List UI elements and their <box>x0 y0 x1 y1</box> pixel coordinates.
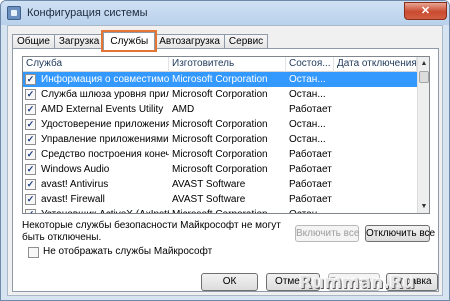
cell-state: Работает <box>289 104 332 115</box>
service-rows: Информация о совместимости ...Microsoft … <box>23 72 417 213</box>
cell-service: Удостоверение приложения <box>41 119 169 130</box>
services-list: Служба Изготовитель Состоя... Дата отклю… <box>22 56 430 214</box>
service-row[interactable]: Информация о совместимости ...Microsoft … <box>23 72 417 87</box>
scroll-up-icon[interactable]: ▲ <box>418 57 429 70</box>
cell-maker: AVAST Software <box>172 179 246 190</box>
tab-general[interactable]: Общие <box>12 34 55 49</box>
service-checkbox[interactable]: ✓ <box>25 74 36 85</box>
cell-date <box>334 72 417 87</box>
service-checkbox[interactable]: ✓ <box>25 104 36 115</box>
cell-date <box>334 162 417 177</box>
cell-service: Установщик ActiveX (AxInstSV) <box>23 207 169 213</box>
close-icon: ✕ <box>420 5 431 17</box>
service-checkbox[interactable]: ✓ <box>25 149 36 160</box>
service-checkbox[interactable]: ✓ <box>25 119 36 130</box>
cell-maker: Microsoft Corporation <box>169 207 286 213</box>
service-row[interactable]: Windows Audio Microsoft Corporation Работа… <box>23 162 417 177</box>
cell-service: AMD External Events Utility <box>41 104 164 115</box>
tab-startup[interactable]: Автозагрузка <box>154 34 225 49</box>
service-checkbox[interactable]: ✓ <box>25 134 36 145</box>
hide-ms-services-checkbox[interactable] <box>28 247 39 258</box>
cell-state: Работает <box>289 179 332 190</box>
tab-boot[interactable]: Загрузка <box>53 34 105 49</box>
cell-service: avast! Firewall <box>41 194 105 205</box>
cell-maker: Microsoft Corporation <box>172 164 268 175</box>
system-config-window: Конфигурация системы ✕ Общие Загрузка Сл… <box>0 0 450 301</box>
cell-maker: Microsoft Corporation <box>172 119 268 130</box>
cell-state: Остан... <box>289 89 326 100</box>
cell-date <box>334 192 417 207</box>
tab-strip: Общие Загрузка Службы Автозагрузка Серви… <box>12 30 269 52</box>
cell-service: Служба шлюза уровня прилож... <box>41 89 169 100</box>
cell-service: Windows Audio <box>41 164 110 175</box>
service-checkbox[interactable]: ✓ <box>25 194 36 205</box>
cell-maker: Microsoft Corporation <box>172 89 268 100</box>
cell-date <box>334 102 417 117</box>
ok-button[interactable]: ОК <box>201 273 258 291</box>
cell-service: Управление приложениями <box>41 134 169 145</box>
cell-state: Работает <box>289 149 332 160</box>
cell-service: Средство построения конечн... <box>41 149 169 160</box>
services-panel: Служба Изготовитель Состоя... Дата отклю… <box>12 48 439 292</box>
scroll-thumb[interactable] <box>419 71 429 83</box>
tab-tools[interactable]: Сервис <box>223 34 269 49</box>
service-row[interactable]: avast! Antivirus AVAST Software Работает ✓ <box>23 177 417 192</box>
vertical-scrollbar[interactable]: ▲ ▼ <box>417 57 429 213</box>
dialog-body: Общие Загрузка Службы Автозагрузка Серви… <box>7 25 443 296</box>
cell-maker: Microsoft Corporation <box>169 72 286 87</box>
cell-date <box>334 87 417 102</box>
service-row[interactable]: Установщик ActiveX (AxInstSV)Microsoft C… <box>23 207 417 213</box>
cell-date <box>334 117 417 132</box>
cell-state: Остан... <box>286 72 334 87</box>
cell-state: Остан... <box>289 134 326 145</box>
column-header-manufacturer[interactable]: Изготовитель <box>169 57 286 72</box>
cell-maker: Microsoft Corporation <box>172 149 268 160</box>
cell-maker: AMD <box>172 104 195 115</box>
service-checkbox[interactable]: ✓ <box>25 164 36 175</box>
cell-state: Работает <box>289 164 332 175</box>
cell-state: Остан... <box>286 207 334 213</box>
title-bar[interactable]: Конфигурация системы ✕ <box>1 1 449 25</box>
list-header: Служба Изготовитель Состоя... Дата отклю… <box>23 57 417 72</box>
hide-ms-services-label[interactable]: Не отображать службы Майкрософт <box>43 246 212 257</box>
cell-date <box>334 177 417 192</box>
enable-all-button[interactable]: Включить все <box>295 225 359 242</box>
service-checkbox[interactable]: ✓ <box>25 209 36 213</box>
app-icon <box>7 6 21 20</box>
service-checkbox[interactable]: ✓ <box>25 89 36 100</box>
service-row[interactable]: Служба шлюза уровня прилож...Microsoft C… <box>23 87 417 102</box>
window-title: Конфигурация системы <box>27 7 148 19</box>
column-header-date-disabled[interactable]: Дата отключения <box>334 57 417 72</box>
service-row[interactable]: avast! Firewall AVAST Software Работает ✓ <box>23 192 417 207</box>
cell-date <box>334 207 417 213</box>
service-checkbox[interactable]: ✓ <box>25 179 36 190</box>
tab-services[interactable]: Службы <box>101 30 158 52</box>
cell-date <box>334 147 417 162</box>
cell-state: Остан... <box>289 119 326 130</box>
service-row[interactable]: AMD External Events Utility AMD Работает ✓ <box>23 102 417 117</box>
disable-all-button[interactable]: Отключить все <box>365 225 435 242</box>
service-row[interactable]: Удостоверение приложения Microsoft Corpor… <box>23 117 417 132</box>
column-header-status[interactable]: Состоя... <box>286 57 334 72</box>
column-header-service[interactable]: Служба <box>23 57 169 72</box>
scroll-down-icon[interactable]: ▼ <box>418 200 429 213</box>
cell-date <box>334 132 417 147</box>
cell-service: Информация о совместимости ... <box>23 72 169 87</box>
service-row[interactable]: Средство построения конечн...Microsoft C… <box>23 147 417 162</box>
cell-state: Работает <box>289 194 332 205</box>
service-row[interactable]: Управление приложениями Microsoft Corpora… <box>23 132 417 147</box>
cell-maker: AVAST Software <box>172 194 246 205</box>
close-button[interactable]: ✕ <box>404 2 447 20</box>
security-services-note: Некоторые службы безопасности Майкрософт… <box>22 220 281 243</box>
cell-maker: Microsoft Corporation <box>172 134 268 145</box>
watermark: Rumman.Ru <box>299 273 415 293</box>
cell-service: avast! Antivirus <box>41 179 109 190</box>
